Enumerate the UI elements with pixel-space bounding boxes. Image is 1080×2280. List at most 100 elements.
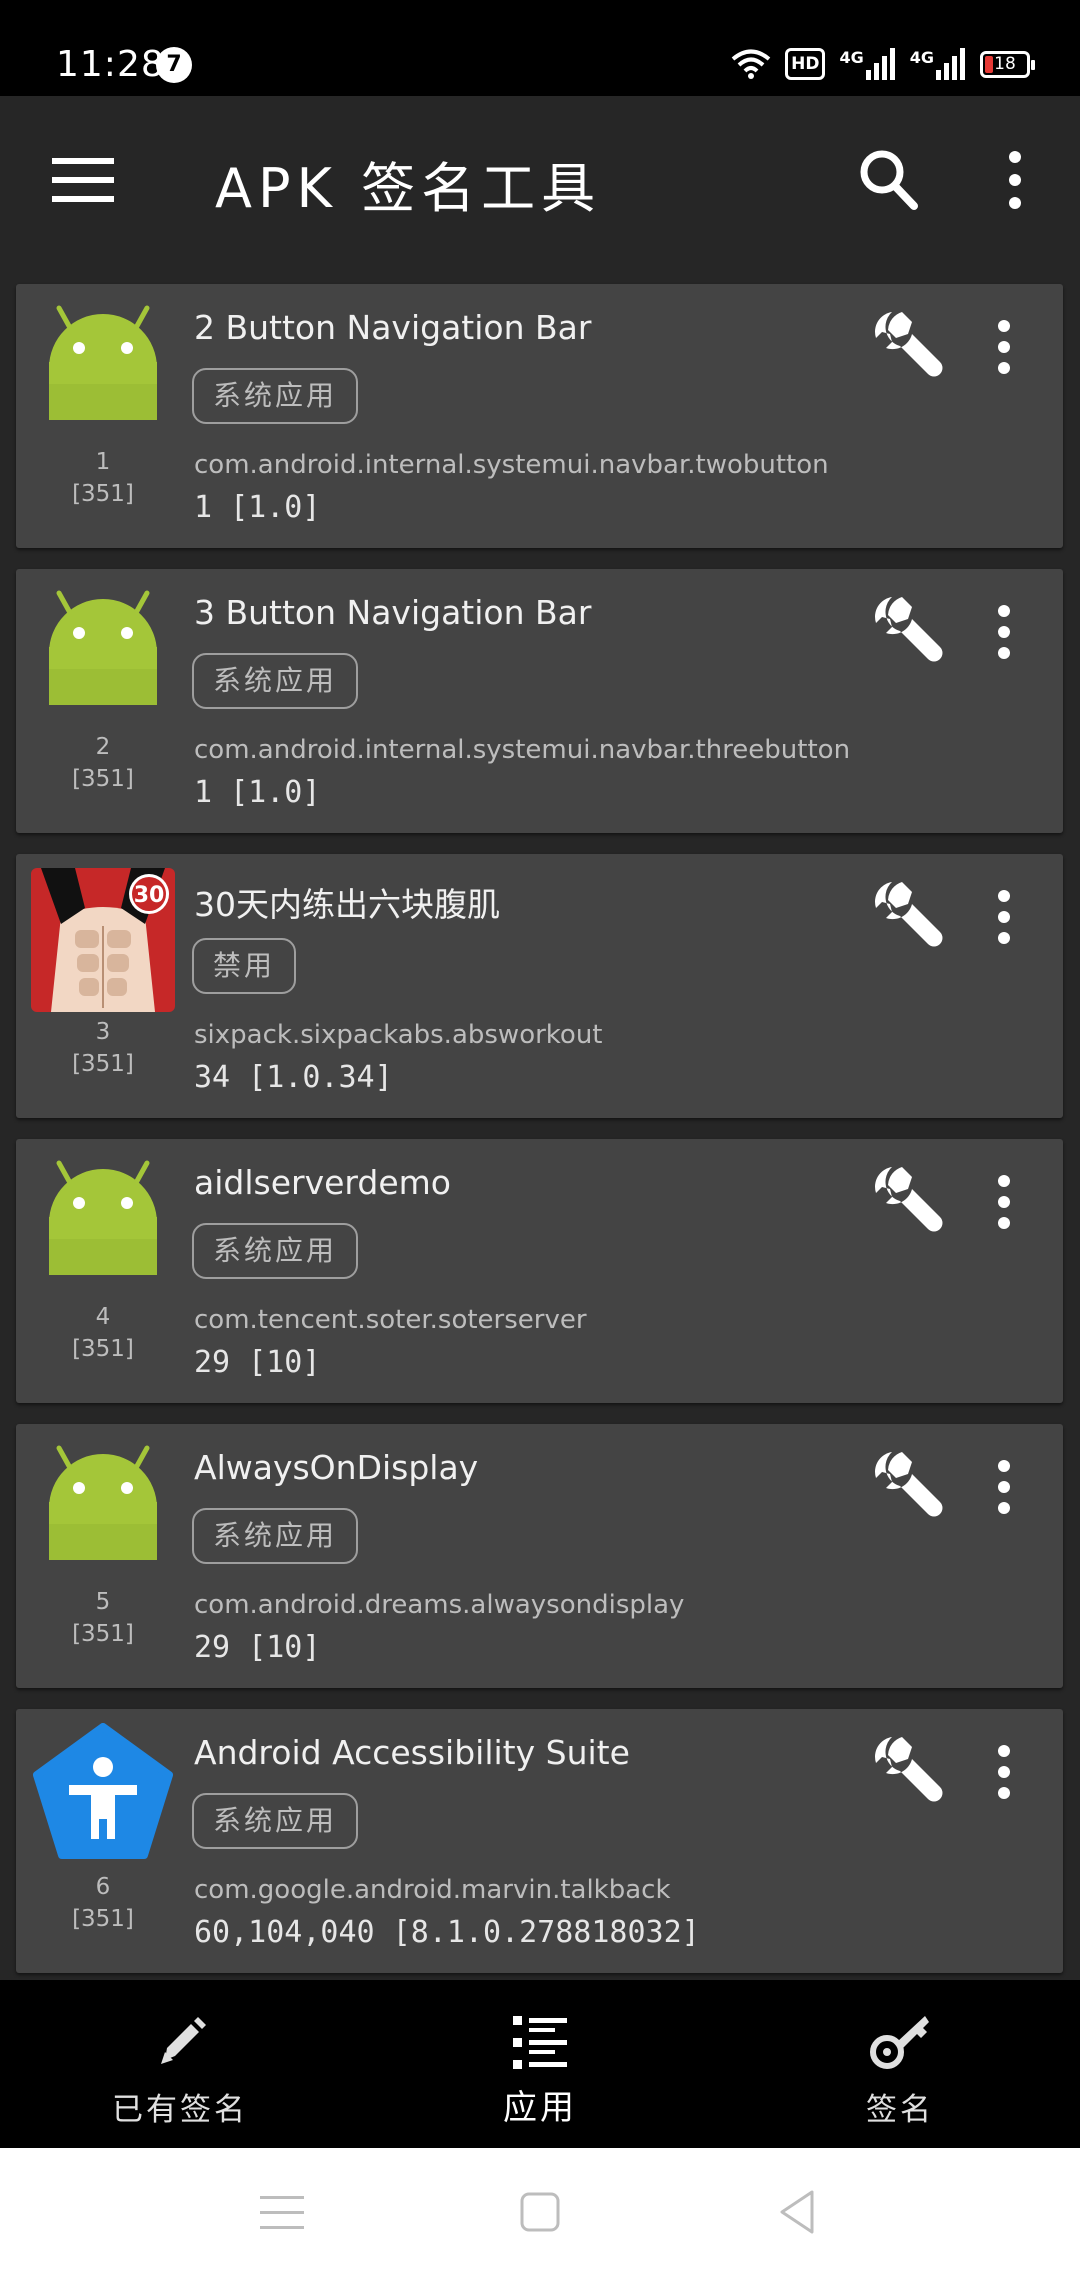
app-status-tag: 系统应用 [192, 1508, 359, 1564]
app-index-number: 4 [95, 1304, 111, 1330]
app-index-number: 3 [95, 1019, 111, 1045]
overflow-menu-icon[interactable] [1000, 150, 1030, 210]
app-status-tag: 系统应用 [192, 653, 359, 709]
app-index-total: [351] [72, 766, 134, 792]
app-index: 3 [351] [16, 1016, 190, 1080]
app-card[interactable]: 30 3 [351] 30天内练出六块腹肌 禁用 sixpack.sixpack… [16, 854, 1063, 1118]
app-status-tag: 系统应用 [192, 1793, 359, 1849]
pencil-icon [161, 2017, 206, 2064]
signal-group-1: 4G [839, 48, 895, 80]
nav-item-apps[interactable]: 应用 [360, 1980, 720, 2148]
app-index-number: 6 [95, 1874, 111, 1900]
app-card[interactable]: 1 [351] 2 Button Navigation Bar 系统应用 com… [16, 284, 1063, 548]
wrench-icon[interactable] [868, 1733, 944, 1809]
bottom-navigation: 已有签名 应用 签名 [0, 1980, 1080, 2148]
home-icon[interactable] [510, 2182, 570, 2242]
nav-label: 已有签名 [112, 2092, 248, 2128]
app-index-number: 5 [95, 1589, 111, 1615]
signal-icon [936, 48, 965, 80]
signal-group-2: 4G [910, 48, 966, 80]
app-index-total: [351] [72, 1336, 134, 1362]
app-index: 6 [351] [16, 1871, 190, 1935]
nav-label: 签名 [866, 2092, 934, 2128]
accessibility-icon [31, 1723, 175, 1867]
svg-text:30: 30 [134, 883, 165, 908]
more-options-icon[interactable] [991, 605, 1017, 659]
wifi-icon [731, 49, 771, 79]
app-index-total: [351] [72, 1051, 134, 1077]
app-version: 34 [1.0.34] [194, 1060, 393, 1095]
system-navigation-bar [0, 2148, 1080, 2280]
more-options-icon[interactable] [991, 890, 1017, 944]
notification-badge: 7 [156, 47, 192, 83]
android-robot-icon [41, 589, 165, 713]
network-type-label: 4G [909, 48, 934, 67]
app-name: aidlserverdemo [194, 1163, 451, 1202]
nav-label: 应用 [503, 2088, 577, 2128]
app-version: 1 [1.0] [194, 490, 321, 525]
app-name: Android Accessibility Suite [194, 1733, 630, 1772]
app-name: AlwaysOnDisplay [194, 1448, 479, 1487]
key-icon [870, 2016, 929, 2069]
app-version: 60,104,040 [8.1.0.278818032] [194, 1915, 700, 1950]
app-package-name: sixpack.sixpackabs.absworkout [194, 1020, 603, 1050]
app-index-total: [351] [72, 1906, 134, 1932]
app-status-tag: 系统应用 [192, 1223, 359, 1279]
more-options-icon[interactable] [991, 1460, 1017, 1514]
app-index: 4 [351] [16, 1301, 190, 1365]
app-version: 29 [10] [194, 1345, 321, 1380]
app-name: 2 Button Navigation Bar [194, 308, 592, 347]
app-version: 29 [10] [194, 1630, 321, 1665]
battery-icon: 18 [980, 50, 1035, 78]
app-index: 2 [351] [16, 731, 190, 795]
signal-icon [865, 48, 895, 80]
app-package-name: com.google.android.marvin.talkback [194, 1875, 671, 1905]
app-index: 1 [351] [16, 446, 190, 510]
app-status-tag: 禁用 [192, 938, 297, 994]
app-bar: APK 签名工具 [0, 96, 1080, 264]
app-package-name: com.tencent.soter.soterserver [194, 1305, 587, 1335]
status-time: 11:28 [56, 44, 165, 85]
recent-apps-icon[interactable] [252, 2182, 312, 2242]
more-options-icon[interactable] [991, 1175, 1017, 1229]
app-card[interactable]: 2 [351] 3 Button Navigation Bar 系统应用 com… [16, 569, 1063, 833]
wrench-icon[interactable] [868, 878, 944, 954]
app-index-total: [351] [72, 481, 134, 507]
app-index-number: 2 [95, 734, 111, 760]
app-name: 3 Button Navigation Bar [194, 593, 592, 632]
app-status-tag: 系统应用 [192, 368, 359, 424]
app-package-name: com.android.internal.systemui.navbar.thr… [194, 735, 851, 765]
hd-badge: HD [785, 48, 826, 80]
app-name: 30天内练出六块腹肌 [194, 885, 500, 924]
android-robot-icon [41, 1444, 165, 1568]
list-icon [513, 2016, 567, 2069]
wrench-icon[interactable] [868, 308, 944, 384]
app-card[interactable]: 6 [351] Android Accessibility Suite 系统应用… [16, 1709, 1063, 1973]
status-icons: HD 4G 4G 18 [731, 44, 1035, 84]
more-options-icon[interactable] [991, 1745, 1017, 1799]
android-robot-icon [41, 1159, 165, 1283]
app-card[interactable]: 5 [351] AlwaysOnDisplay 系统应用 com.android… [16, 1424, 1063, 1688]
app-package-name: com.android.dreams.alwaysondisplay [194, 1590, 685, 1620]
wrench-icon[interactable] [868, 1163, 944, 1239]
wrench-icon[interactable] [868, 593, 944, 669]
wrench-icon[interactable] [868, 1448, 944, 1524]
android-robot-icon [41, 304, 165, 428]
nav-item-sign[interactable]: 签名 [720, 1980, 1080, 2148]
nav-item-existing-signatures[interactable]: 已有签名 [0, 1980, 360, 2148]
app-version: 1 [1.0] [194, 775, 321, 810]
sixpack-app-icon: 30 [31, 868, 175, 1012]
app-package-name: com.android.internal.systemui.navbar.two… [194, 450, 829, 480]
status-bar: 11:28 7 HD 4G 4G 18 [0, 0, 1080, 96]
search-icon[interactable] [858, 148, 918, 210]
app-card[interactable]: 4 [351] aidlserverdemo 系统应用 com.tencent.… [16, 1139, 1063, 1403]
more-options-icon[interactable] [991, 320, 1017, 374]
back-icon[interactable] [768, 2182, 828, 2242]
network-type-label: 4G [839, 48, 864, 67]
app-title: APK 签名工具 [215, 157, 602, 220]
app-index: 5 [351] [16, 1586, 190, 1650]
hamburger-menu-icon[interactable] [52, 156, 114, 204]
battery-level: 18 [994, 53, 1016, 74]
app-index-number: 1 [95, 449, 111, 475]
app-index-total: [351] [72, 1621, 134, 1647]
